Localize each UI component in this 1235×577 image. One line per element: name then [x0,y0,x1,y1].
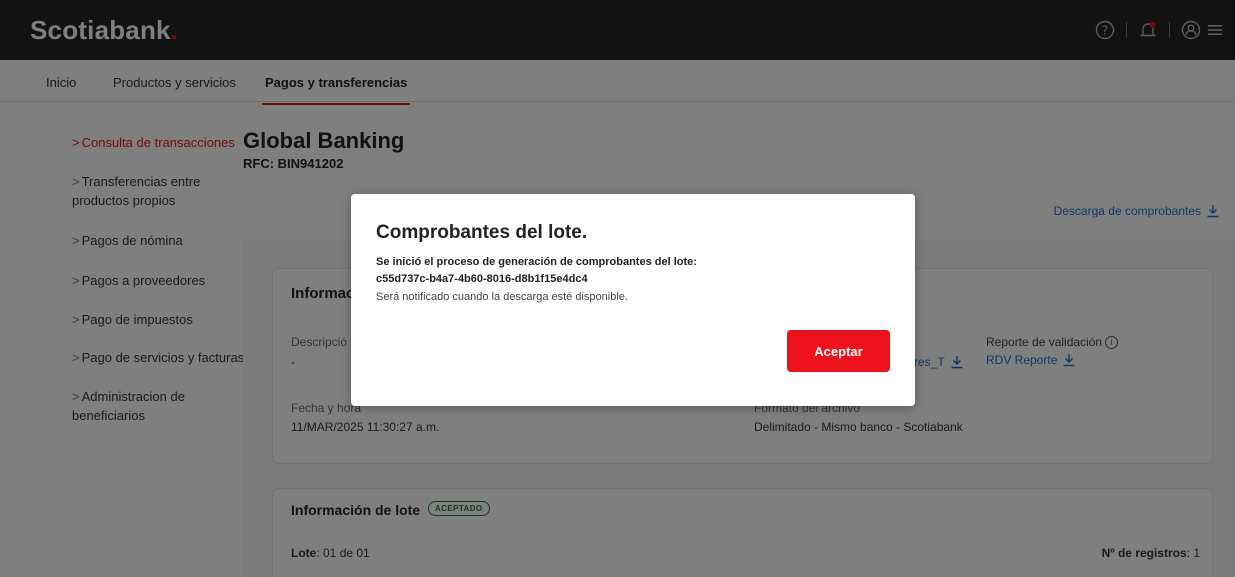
modal-note: Será notificado cuando la descarga esté … [376,291,628,303]
modal-message: Se inició el proceso de generación de co… [376,256,697,268]
modal-title: Comprobantes del lote. [376,222,588,243]
receipts-modal: Comprobantes del lote. Se inició el proc… [351,194,915,406]
accept-button[interactable]: Aceptar [787,330,890,372]
batch-id: c55d737c-b4a7-4b60-8016-d8b1f15e4dc4 [376,273,588,285]
